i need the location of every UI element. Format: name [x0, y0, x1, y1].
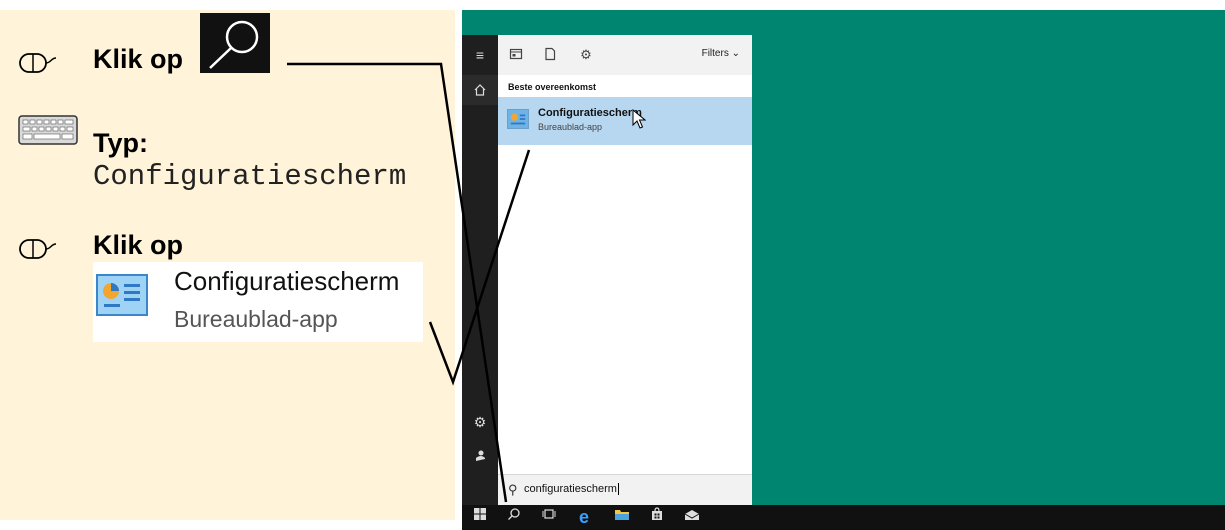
mail-icon[interactable] [682, 507, 702, 527]
mouse-icon [19, 53, 57, 73]
search-filter-bar: ⚙ Filters ⌄ [498, 35, 752, 75]
search-box[interactable]: ⚲ configuratiescherm [498, 474, 752, 505]
typed-text: Configuratiescherm [93, 160, 407, 193]
search-input[interactable]: configuratiescherm [524, 483, 619, 495]
search-icon [209, 20, 259, 69]
search-results-panel: ⚙ Filters ⌄ Beste overeenkomst Configura… [498, 35, 752, 505]
mouse-icon [19, 239, 57, 259]
store-icon[interactable] [647, 507, 667, 527]
start-button-icon[interactable] [470, 507, 490, 527]
task-view-icon[interactable] [539, 507, 559, 527]
edge-browser-icon[interactable]: e [574, 507, 594, 527]
step-1-label: Klik op [93, 44, 184, 74]
mouse-cursor-icon [632, 109, 646, 129]
search-icon: ⚲ [508, 482, 518, 497]
step-2-label: Typ: [93, 128, 148, 158]
best-match-title: Configuratiescherm [538, 107, 642, 119]
result-thumbnail-title: Configuratiescherm [174, 266, 400, 296]
apps-filter-icon[interactable] [508, 47, 524, 63]
hamburger-menu-icon[interactable]: ≡ [462, 40, 498, 70]
documents-filter-icon[interactable] [542, 47, 558, 63]
home-icon[interactable] [462, 75, 498, 105]
step-3-label: Klik op [93, 230, 184, 260]
settings-gear-icon[interactable]: ⚙ [462, 407, 498, 437]
control-panel-icon [507, 109, 529, 129]
taskbar-search-icon[interactable] [504, 507, 524, 527]
result-thumbnail-subtitle: Bureaublad-app [174, 306, 338, 332]
text-caret [617, 483, 619, 495]
best-match-heading: Beste overeenkomst [508, 82, 597, 92]
settings-filter-icon[interactable]: ⚙ [578, 47, 594, 63]
best-match-subtitle: Bureaublad-app [538, 122, 603, 132]
result-thumbnail: Configuratiescherm Bureaublad-app [93, 262, 423, 342]
taskbar: e [462, 505, 1225, 530]
user-icon[interactable] [462, 440, 498, 470]
start-menu-rail: ≡ ⚙ [462, 35, 498, 505]
chevron-down-icon: ⌄ [731, 48, 740, 59]
keyboard-icon [18, 115, 78, 145]
control-panel-icon [96, 274, 148, 316]
best-match-result[interactable]: Configuratiescherm Bureaublad-app [498, 97, 752, 145]
file-explorer-icon[interactable] [612, 507, 632, 527]
search-button-thumbnail [200, 13, 270, 73]
filters-dropdown[interactable]: Filters ⌄ [702, 48, 740, 59]
